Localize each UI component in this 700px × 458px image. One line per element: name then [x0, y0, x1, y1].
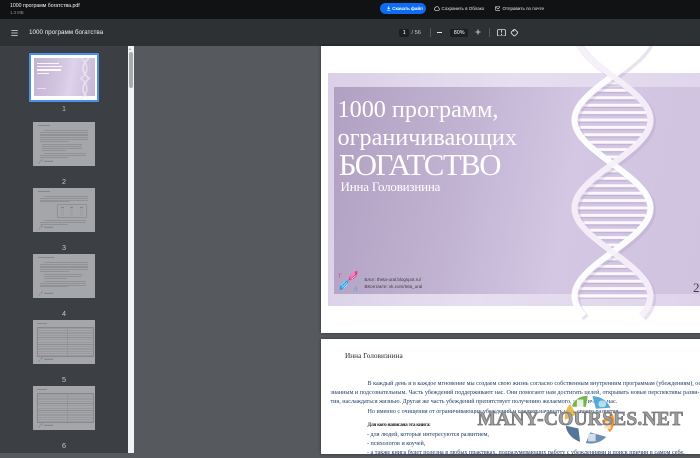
- svg-text:A: A: [353, 287, 358, 293]
- svg-text:T: T: [338, 274, 342, 280]
